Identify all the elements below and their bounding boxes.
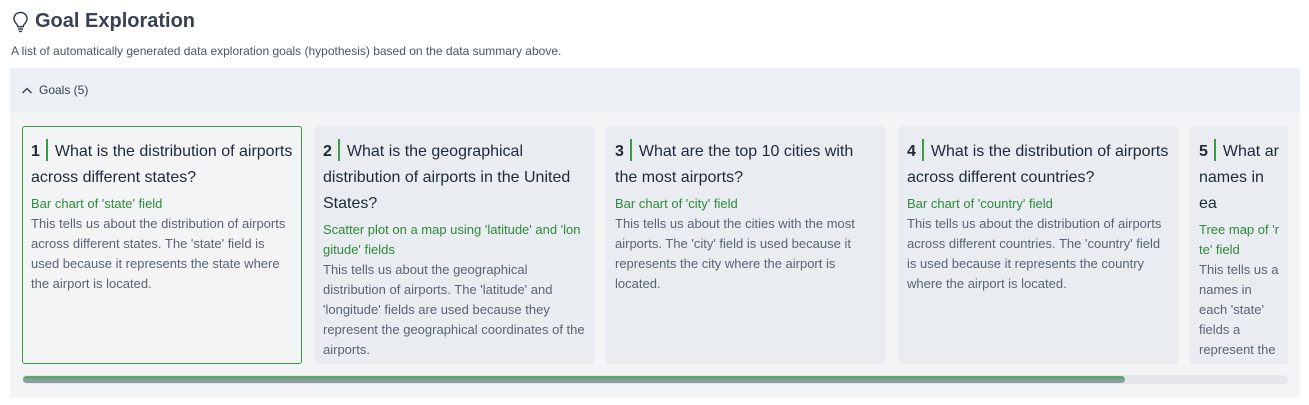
goal-question-text: What is the distribution of airports acr…: [31, 143, 293, 186]
goals-toggle[interactable]: Goals (5): [10, 68, 1300, 112]
page-subtitle: A list of automatically generated data e…: [11, 44, 562, 58]
goal-card-3[interactable]: 3 What are the top 10 cities with the mos…: [606, 126, 886, 364]
goal-visualization: Bar chart of 'state' field: [31, 196, 163, 211]
goal-rationale: This tells us about the geographical dis…: [323, 262, 585, 357]
goal-question: 3 What are the top 10 cities with the mos…: [615, 139, 878, 191]
goal-question: 5 What ar names in ea: [1199, 139, 1282, 217]
goal-rationale: This tells us about the distribution of …: [907, 216, 1162, 291]
goal-visualization: Bar chart of 'city' field: [615, 196, 738, 211]
goal-divider: [1213, 139, 1216, 161]
goal-card-2[interactable]: 2 What is the geographical distribution o…: [314, 126, 594, 364]
goal-card-1[interactable]: 1 What is the distribution of airports ac…: [22, 126, 302, 364]
goals-count-label: Goals (5): [39, 83, 89, 97]
goal-question-text: What is the geographical distribution of…: [323, 143, 571, 212]
goal-question-text: What is the distribution of airports acr…: [907, 143, 1169, 186]
lightbulb-icon: [12, 11, 29, 33]
goal-rationale: This tells us about the cities with the …: [615, 216, 855, 291]
goal-divider: [337, 139, 340, 161]
carousel-scrollbar[interactable]: [22, 375, 1288, 384]
goal-visualization: Bar chart of 'country' field: [907, 196, 1053, 211]
goal-question: 2 What is the geographical distribution o…: [323, 139, 586, 217]
goal-index: 3: [615, 143, 624, 160]
goal-visualization: Tree map of 'r te' field: [1199, 222, 1280, 257]
carousel-scrollbar-thumb[interactable]: [23, 376, 1125, 383]
goal-index: 1: [31, 143, 40, 160]
goal-question-text: What are the top 10 cities with the most…: [615, 143, 854, 186]
goal-divider: [629, 139, 632, 161]
goal-divider: [921, 139, 924, 161]
goal-rationale: This tells us about the distribution of …: [31, 216, 286, 291]
goal-exploration-page: Goal Exploration A list of automatically…: [0, 0, 1309, 405]
page-title: Goal Exploration: [35, 9, 196, 32]
goal-question: 1 What is the distribution of airports ac…: [31, 139, 294, 191]
goals-panel: Goals (5) 1 What is the distribution of a…: [10, 68, 1300, 398]
goal-card-4[interactable]: 4 What is the distribution of airports ac…: [898, 126, 1178, 364]
goal-index: 2: [323, 143, 332, 160]
goals-carousel: 1 What is the distribution of airports ac…: [22, 126, 1288, 364]
goal-index: 5: [1199, 143, 1208, 160]
title-row: Goal Exploration: [12, 9, 195, 33]
goal-divider: [45, 139, 48, 161]
goal-rationale: This tells us a names in each 'state' fi…: [1199, 262, 1279, 364]
goal-visualization: Scatter plot on a map using 'latitude' a…: [323, 222, 581, 257]
chevron-up-icon: [21, 84, 33, 96]
goal-card-5[interactable]: 5 What ar names in ea Tree map of 'r te' …: [1190, 126, 1288, 364]
goal-question: 4 What is the distribution of airports ac…: [907, 139, 1170, 191]
goal-index: 4: [907, 143, 916, 160]
